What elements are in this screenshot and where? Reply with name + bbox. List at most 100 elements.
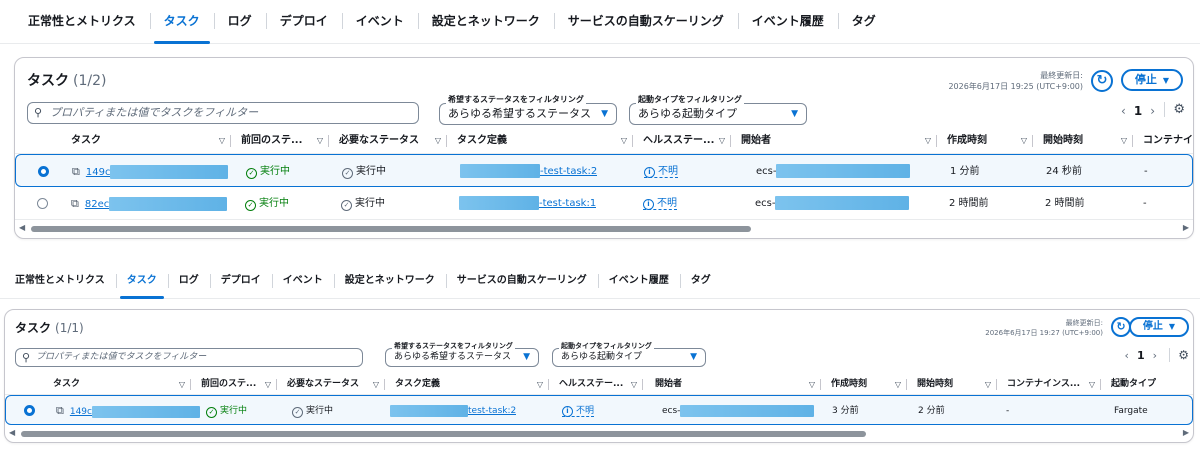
redacted-block <box>390 404 468 417</box>
col-starter[interactable]: 開始者 ▽ <box>643 374 821 395</box>
row-radio[interactable] <box>37 198 48 209</box>
col-container[interactable]: コンテナイ <box>1133 128 1193 154</box>
redacted-block <box>775 196 910 210</box>
pagination: ‹ 1 › <box>1121 104 1155 118</box>
desired-status-filter[interactable]: 希望するステータスをフィルタリング あらゆる希望するステータス ▼ <box>439 95 617 125</box>
health-status[interactable]: i 不明 <box>643 198 677 210</box>
tab-tasks[interactable]: タスク <box>149 0 214 44</box>
stop-button[interactable]: 停止 ▼ <box>1120 69 1183 91</box>
scrollbar-thumb[interactable] <box>31 226 751 232</box>
col-started[interactable]: 開始時刻 ▽ <box>907 374 997 395</box>
col-last-status[interactable]: 前回のステ... ▽ <box>231 128 329 154</box>
stop-button[interactable]: 停止 ▼ <box>1128 317 1189 337</box>
desired-status-filter[interactable]: 希望するステータスをフィルタリング あらゆる希望するステータス ▼ <box>385 341 539 367</box>
row-radio[interactable] <box>38 166 49 177</box>
tab-autoscaling[interactable]: サービスの自動スケーリング <box>553 0 738 43</box>
col-task[interactable]: タスク ▽ <box>53 128 231 154</box>
health-status[interactable]: i 不明 <box>644 166 678 178</box>
tab-network[interactable]: 設定とネットワーク <box>417 0 554 43</box>
desired-status: ✓ 実行中 <box>341 187 385 220</box>
col-container[interactable]: コンテナインス... ▽ <box>997 374 1101 395</box>
redacted-block <box>92 405 200 418</box>
pagination: ‹ 1 › <box>1124 349 1157 362</box>
refresh-button[interactable]: ↻ <box>1091 70 1113 92</box>
info-icon: i <box>643 199 654 210</box>
tasks-table: タスク ▽ 前回のステ... ▽ 必要なステータス ▽ タスク定義 ▽ ヘルスステー..… <box>5 374 1193 425</box>
tab-autoscaling[interactable]: サービスの自動スケーリング <box>445 264 598 298</box>
col-task[interactable]: タスク ▽ <box>35 374 191 395</box>
health-status[interactable]: i 不明 <box>562 406 595 417</box>
next-page-icon[interactable]: › <box>1150 104 1155 118</box>
next-page-icon[interactable]: › <box>1153 349 1157 362</box>
horizontal-scrollbar[interactable]: ◀ ▶ <box>19 223 1189 233</box>
prev-page-icon[interactable]: ‹ <box>1125 349 1129 362</box>
task-link[interactable]: 82ec <box>85 199 109 210</box>
search-icon: ⚲ <box>22 351 31 364</box>
table-row[interactable]: ⧉ 149c ✓ 実行中 ✓ 実行中 -test-task:2 i 不明 ecs- 1 … <box>15 154 1193 187</box>
task-link[interactable]: 149c <box>70 407 92 417</box>
search-input[interactable]: ⚲ プロパティまたは値でタスクをフィルター <box>15 348 363 367</box>
scrollbar-thumb[interactable] <box>21 431 866 437</box>
prev-page-icon[interactable]: ‹ <box>1121 104 1126 118</box>
caret-down-icon: ▼ <box>601 109 608 119</box>
col-desired-status[interactable]: 必要なステータス ▽ <box>277 374 385 395</box>
tab-logs[interactable]: ログ <box>213 0 266 43</box>
col-last-status[interactable]: 前回のステ... ▽ <box>191 374 277 395</box>
scroll-left-icon[interactable]: ◀ <box>19 223 25 232</box>
tab-event-history[interactable]: イベント履歴 <box>737 0 838 43</box>
tab-logs[interactable]: ログ <box>167 264 210 298</box>
task-link[interactable]: 149c <box>86 167 111 178</box>
tab-network[interactable]: 設定とネットワーク <box>333 264 446 298</box>
col-health[interactable]: ヘルスステー... ▽ <box>633 128 731 154</box>
task-def-link[interactable]: test-task:2 <box>468 406 516 416</box>
tab-deploy[interactable]: デプロイ <box>265 0 342 43</box>
container-instance: - <box>1143 198 1147 209</box>
tab-events[interactable]: イベント <box>341 0 418 43</box>
horizontal-scrollbar[interactable]: ◀ ▶ <box>9 428 1189 438</box>
col-started[interactable]: 開始時刻 ▽ <box>1033 128 1133 154</box>
col-created[interactable]: 作成時刻 ▽ <box>821 374 907 395</box>
task-def-link[interactable]: -test-task:2 <box>540 166 597 177</box>
started-time: 24 秒前 <box>1046 166 1082 177</box>
info-icon: i <box>562 406 573 417</box>
tab-tags[interactable]: タグ <box>679 264 722 298</box>
info-icon: i <box>644 167 655 178</box>
col-task-def[interactable]: タスク定義 ▽ <box>447 128 633 154</box>
tab-tags[interactable]: タグ <box>837 0 890 43</box>
container-instance: - <box>1144 166 1148 177</box>
gear-icon[interactable]: ⚙ <box>1169 348 1189 362</box>
row-radio[interactable] <box>24 405 35 416</box>
scroll-right-icon[interactable]: ▶ <box>1183 428 1189 437</box>
tab-events[interactable]: イベント <box>271 264 334 298</box>
col-launch-type[interactable]: 起動タイプ <box>1101 374 1191 395</box>
tab-bar: 正常性とメトリクス タスク ログ デプロイ イベント 設定とネットワーク サービ… <box>0 0 1200 44</box>
copy-icon[interactable]: ⧉ <box>71 197 79 210</box>
created-time: 3 分前 <box>832 406 859 416</box>
copy-icon[interactable]: ⧉ <box>56 404 64 417</box>
col-created[interactable]: 作成時刻 ▽ <box>937 128 1033 154</box>
page-title: タスク (1/2) <box>27 73 107 89</box>
started-time: 2 時間前 <box>1045 198 1085 209</box>
tasks-panel-2: 正常性とメトリクス タスク ログ デプロイ イベント 設定とネットワーク サービ… <box>0 265 1200 453</box>
col-task-def[interactable]: タスク定義 ▽ <box>385 374 549 395</box>
table-row[interactable]: ⧉ 82ec ✓ 実行中 ✓ 実行中 -test-task:1 i 不明 ecs- 2 … <box>15 187 1193 220</box>
search-input[interactable]: ⚲ プロパティまたは値でタスクをフィルター <box>27 102 419 124</box>
tab-event-history[interactable]: イベント履歴 <box>597 264 680 298</box>
launch-type-filter[interactable]: 起動タイプをフィルタリング あらゆる起動タイプ ▼ <box>629 95 807 125</box>
gear-icon[interactable]: ⚙ <box>1164 102 1185 117</box>
scroll-left-icon[interactable]: ◀ <box>9 428 15 437</box>
task-def-link[interactable]: -test-task:1 <box>539 198 596 209</box>
check-circle-icon: ✓ <box>292 407 303 418</box>
tab-tasks[interactable]: タスク <box>115 264 168 299</box>
copy-icon[interactable]: ⧉ <box>72 165 80 178</box>
page-title: タスク (1/1) <box>15 321 84 335</box>
col-starter[interactable]: 開始者 ▽ <box>731 128 937 154</box>
scroll-right-icon[interactable]: ▶ <box>1183 223 1189 232</box>
launch-type-filter[interactable]: 起動タイプをフィルタリング あらゆる起動タイプ ▼ <box>552 341 706 367</box>
tab-health[interactable]: 正常性とメトリクス <box>14 0 150 43</box>
table-row[interactable]: ⧉ 149c ✓ 実行中 ✓ 実行中 test-task:2 i 不明 ecs- 3 分… <box>5 395 1193 425</box>
col-desired-status[interactable]: 必要なステータス ▽ <box>329 128 447 154</box>
col-health[interactable]: ヘルスステー... ▽ <box>549 374 643 395</box>
tab-health[interactable]: 正常性とメトリクス <box>4 264 116 298</box>
tab-deploy[interactable]: デプロイ <box>209 264 272 298</box>
